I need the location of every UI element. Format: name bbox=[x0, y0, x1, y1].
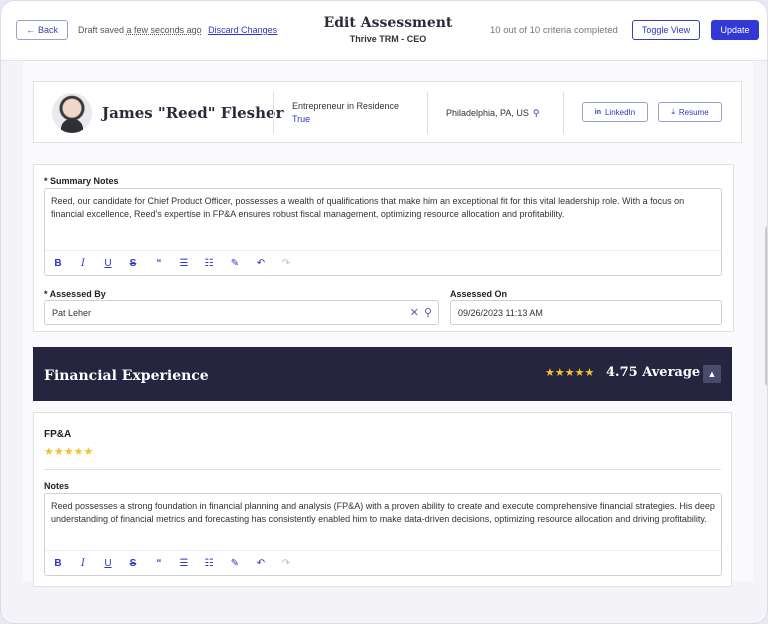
section-average: 4.75 Average bbox=[606, 365, 701, 380]
chevron-up-icon[interactable]: ▲ bbox=[703, 365, 721, 383]
input-icons: ✕ ⚲ bbox=[410, 306, 432, 319]
summary-card: * Summary Notes Reed, our candidate for … bbox=[33, 164, 734, 332]
back-button[interactable]: ← Back bbox=[16, 20, 68, 40]
back-button-label: Back bbox=[37, 25, 58, 35]
divider bbox=[427, 92, 428, 134]
linkedin-label: LinkedIn bbox=[604, 107, 636, 117]
arrow-left-icon: ← bbox=[25, 25, 35, 35]
criterion-notes-text: Reed possesses a strong foundation in fi… bbox=[51, 501, 715, 524]
linkedin-icon: in bbox=[594, 108, 601, 116]
app-frame: ← Back Draft saved a few seconds ago Dis… bbox=[0, 0, 768, 624]
role-label: Entrepreneur in Residence bbox=[292, 101, 400, 111]
criteria-status: 10 out of 10 criteria completed bbox=[490, 25, 618, 36]
draft-prefix: Draft saved bbox=[78, 25, 125, 35]
section-header: Financial Experience ★★★★★ 4.75 Average … bbox=[33, 347, 732, 401]
undo-icon[interactable]: ↶ bbox=[255, 258, 267, 270]
undo-icon[interactable]: ↶ bbox=[255, 558, 267, 570]
underline-button[interactable]: U bbox=[102, 258, 114, 270]
star-rating[interactable]: ★★★★★ bbox=[44, 445, 93, 458]
criterion-title: FP&A bbox=[44, 429, 72, 440]
summary-notes-label: * Summary Notes bbox=[44, 176, 119, 186]
assessed-by-value: Pat Leher bbox=[52, 307, 92, 318]
italic-button[interactable]: I bbox=[77, 558, 89, 570]
quote-icon[interactable]: “ bbox=[153, 558, 165, 570]
main-content: James "Reed" Flesher Entrepreneur in Res… bbox=[23, 61, 767, 587]
assessed-by-label: * Assessed By bbox=[44, 289, 106, 299]
draft-status: Draft saved a few seconds ago Discard Ch… bbox=[78, 25, 277, 35]
divider bbox=[44, 469, 721, 470]
criterion-card: FP&A ★★★★★ Notes Reed possesses a strong… bbox=[33, 412, 732, 587]
assessed-on-label: Assessed On bbox=[450, 289, 508, 299]
clear-format-icon[interactable]: ✎ bbox=[229, 258, 241, 270]
strikethrough-button[interactable]: S bbox=[127, 558, 139, 570]
page-title: Edit Assessment bbox=[323, 15, 453, 31]
location: Philadelphia, PA, US ⚲ bbox=[446, 108, 540, 118]
quote-icon[interactable]: “ bbox=[153, 258, 165, 270]
download-icon: ⤓ bbox=[671, 107, 675, 116]
toggle-view-button[interactable]: Toggle View bbox=[632, 20, 700, 40]
candidate-name: James "Reed" Flesher bbox=[102, 104, 284, 122]
numbered-list-icon[interactable]: ☷ bbox=[203, 258, 215, 270]
role-value: True bbox=[292, 114, 311, 124]
clear-format-icon[interactable]: ✎ bbox=[229, 558, 241, 570]
criterion-notes-editor[interactable]: Reed possesses a strong foundation in fi… bbox=[44, 493, 722, 576]
draft-time: a few seconds ago bbox=[126, 25, 202, 35]
notes-label: Notes bbox=[44, 481, 70, 491]
bulleted-list-icon[interactable]: ☰ bbox=[178, 558, 190, 570]
search-icon[interactable]: ⚲ bbox=[424, 306, 432, 319]
section-title: Financial Experience bbox=[44, 368, 209, 384]
underline-button[interactable]: U bbox=[102, 558, 114, 570]
bold-button[interactable]: B bbox=[52, 558, 64, 570]
update-button[interactable]: Update bbox=[711, 20, 759, 40]
divider bbox=[563, 92, 564, 134]
title-block: Edit Assessment Thrive TRM - CEO bbox=[301, 15, 475, 44]
location-text: Philadelphia, PA, US bbox=[446, 108, 529, 118]
map-pin-icon: ⚲ bbox=[532, 107, 540, 118]
divider bbox=[273, 92, 274, 134]
assessed-by-input[interactable]: Pat Leher ✕ ⚲ bbox=[44, 300, 439, 325]
redo-icon[interactable]: ↷ bbox=[280, 558, 292, 570]
clear-icon[interactable]: ✕ bbox=[410, 306, 419, 319]
summary-notes-editor[interactable]: Reed, our candidate for Chief Product Of… bbox=[44, 188, 722, 276]
summary-notes-text: Reed, our candidate for Chief Product Of… bbox=[51, 196, 685, 219]
resume-label: Resume bbox=[678, 107, 709, 117]
header-bar: ← Back Draft saved a few seconds ago Dis… bbox=[1, 1, 767, 61]
bold-button[interactable]: B bbox=[52, 258, 64, 270]
redo-icon[interactable]: ↷ bbox=[280, 258, 292, 270]
bulleted-list-icon[interactable]: ☰ bbox=[178, 258, 190, 270]
profile-card: James "Reed" Flesher Entrepreneur in Res… bbox=[33, 81, 742, 143]
avatar bbox=[52, 93, 92, 133]
assessed-on-value: 09/26/2023 11:13 AM bbox=[458, 307, 543, 318]
resume-button[interactable]: ⤓ Resume bbox=[658, 102, 722, 122]
discard-changes-link[interactable]: Discard Changes bbox=[208, 25, 277, 35]
assessed-on-input[interactable]: 09/26/2023 11:13 AM bbox=[450, 300, 722, 325]
strikethrough-button[interactable]: S bbox=[127, 258, 139, 270]
linkedin-button[interactable]: in LinkedIn bbox=[582, 102, 648, 122]
editor-toolbar: B I U S “ ☰ ☷ ✎ ↶ ↷ bbox=[45, 550, 721, 575]
editor-toolbar: B I U S “ ☰ ☷ ✎ ↶ ↷ bbox=[45, 250, 721, 275]
page-subtitle: Thrive TRM - CEO bbox=[349, 34, 427, 44]
numbered-list-icon[interactable]: ☷ bbox=[203, 558, 215, 570]
italic-button[interactable]: I bbox=[77, 258, 89, 270]
star-icon: ★★★★★ bbox=[545, 367, 595, 379]
